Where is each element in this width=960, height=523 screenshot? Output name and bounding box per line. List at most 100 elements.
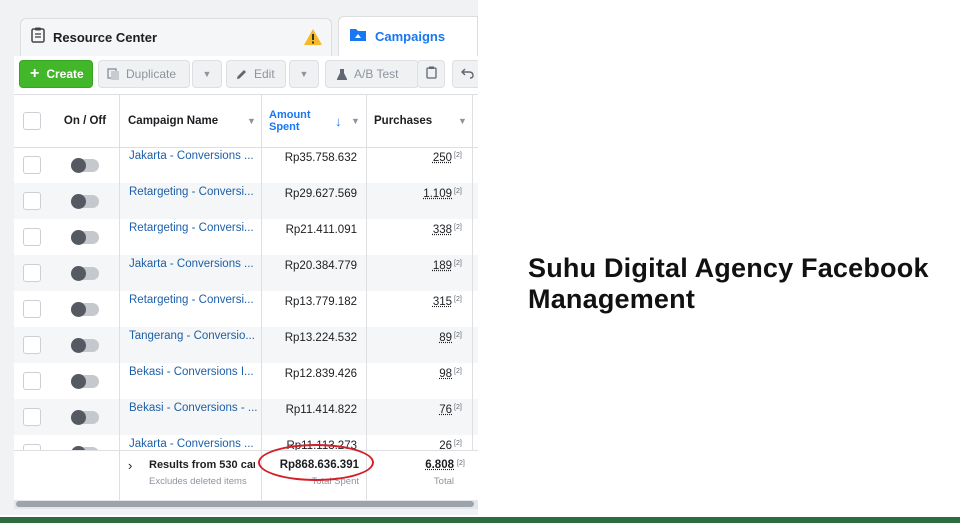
campaign-name-link[interactable]: Jakarta - Conversions ... bbox=[129, 438, 254, 450]
table-row[interactable]: Bekasi - Conversions I... Rp12.839.426 9… bbox=[14, 363, 478, 399]
duplicate-icon bbox=[107, 67, 120, 81]
undo-button[interactable] bbox=[452, 60, 478, 88]
row-checkbox[interactable] bbox=[23, 228, 41, 246]
sort-dropdown-icon[interactable]: ▼ bbox=[458, 116, 467, 126]
column-divider bbox=[119, 95, 120, 501]
on-off-toggle[interactable] bbox=[71, 266, 99, 281]
table-row[interactable]: Jakarta - Conversions ... Rp20.384.779 1… bbox=[14, 255, 478, 291]
on-off-toggle[interactable] bbox=[71, 302, 99, 317]
toolbar: + Create Duplicate ▼ Edit ▼ A/B Test bbox=[14, 56, 478, 94]
row-checkbox[interactable] bbox=[23, 192, 41, 210]
plus-icon: + bbox=[30, 65, 40, 82]
campaign-table: On / Off Campaign Name ▼ Amount Spent ↓ … bbox=[14, 94, 478, 502]
on-off-toggle[interactable] bbox=[71, 158, 99, 173]
scrollbar-thumb[interactable] bbox=[16, 501, 474, 507]
row-checkbox[interactable] bbox=[23, 264, 41, 282]
purchases-note: [2] bbox=[454, 224, 462, 231]
tab-campaigns-label: Campaigns bbox=[375, 29, 446, 44]
purchases-note: [2] bbox=[454, 332, 462, 339]
chevron-down-icon: ▼ bbox=[202, 69, 212, 79]
expand-results-icon[interactable]: › bbox=[128, 458, 132, 473]
column-divider bbox=[119, 451, 120, 502]
on-off-toggle[interactable] bbox=[71, 410, 99, 425]
row-checkbox[interactable] bbox=[23, 300, 41, 318]
purchases-cell[interactable]: 315 bbox=[366, 296, 452, 308]
total-purchases[interactable]: 6.808 bbox=[366, 459, 454, 471]
column-divider bbox=[366, 95, 367, 501]
clipboard-icon bbox=[31, 27, 45, 48]
campaign-name-link[interactable]: Retargeting - Conversi... bbox=[129, 186, 254, 198]
toggle-knob bbox=[71, 194, 86, 209]
column-amount-spent-label: Amount Spent bbox=[269, 109, 311, 133]
purchases-cell[interactable]: 1.109 bbox=[366, 188, 452, 200]
purchases-cell[interactable]: 98 bbox=[366, 368, 452, 380]
select-all-cell bbox=[14, 95, 51, 147]
table-row[interactable]: Jakarta - Conversions ... Rp35.758.632 2… bbox=[14, 147, 478, 183]
campaign-name-link[interactable]: Bekasi - Conversions - ... bbox=[129, 402, 257, 414]
duplicate-button[interactable]: Duplicate bbox=[98, 60, 190, 88]
row-checkbox[interactable] bbox=[23, 156, 41, 174]
purchases-cell[interactable]: 189 bbox=[366, 260, 452, 272]
tab-bar: Resource Center Campaigns bbox=[20, 16, 478, 56]
campaign-name-link[interactable]: Jakarta - Conversions ... bbox=[129, 150, 254, 162]
purchases-cell[interactable]: 76 bbox=[366, 404, 452, 416]
on-off-toggle[interactable] bbox=[71, 194, 99, 209]
purchases-cell[interactable]: 338 bbox=[366, 224, 452, 236]
create-button[interactable]: + Create bbox=[19, 60, 93, 88]
column-campaign-name[interactable]: Campaign Name ▼ bbox=[119, 95, 261, 147]
campaign-name-link[interactable]: Jakarta - Conversions ... bbox=[129, 258, 254, 270]
column-on-off[interactable]: On / Off bbox=[51, 95, 119, 147]
ab-test-button[interactable]: A/B Test bbox=[325, 60, 419, 88]
campaign-name-link[interactable]: Retargeting - Conversi... bbox=[129, 222, 254, 234]
table-row[interactable]: Jakarta - Conversions ... Rp11.113.273 2… bbox=[14, 435, 478, 450]
warning-icon[interactable] bbox=[303, 28, 323, 51]
edit-dropdown-button[interactable]: ▼ bbox=[289, 60, 319, 88]
row-checkbox[interactable] bbox=[23, 408, 41, 426]
on-off-toggle[interactable] bbox=[71, 374, 99, 389]
create-label: Create bbox=[46, 67, 84, 81]
purchases-note: [2] bbox=[454, 260, 462, 267]
column-purchases[interactable]: Purchases ▼ bbox=[366, 95, 474, 147]
toggle-knob bbox=[71, 410, 86, 425]
edit-button[interactable]: Edit bbox=[226, 60, 286, 88]
clipboard-button[interactable] bbox=[417, 60, 445, 88]
horizontal-scrollbar[interactable] bbox=[14, 500, 478, 509]
purchases-cell[interactable]: 250 bbox=[366, 152, 452, 164]
table-summary-row: › Results from 530 campaigns Excludes de… bbox=[14, 450, 478, 502]
purchases-cell[interactable]: 26 bbox=[366, 440, 452, 450]
column-amount-spent[interactable]: Amount Spent ↓ ▼ bbox=[261, 95, 366, 147]
tab-resource-center[interactable]: Resource Center bbox=[20, 18, 332, 56]
on-off-toggle[interactable] bbox=[71, 230, 99, 245]
sort-dropdown-icon[interactable]: ▼ bbox=[351, 116, 360, 126]
purchases-note: [2] bbox=[454, 440, 462, 447]
table-row[interactable]: Retargeting - Conversi... Rp21.411.091 3… bbox=[14, 219, 478, 255]
campaign-name-link[interactable]: Bekasi - Conversions I... bbox=[129, 366, 254, 378]
undo-icon bbox=[460, 67, 474, 82]
row-checkbox[interactable] bbox=[23, 372, 41, 390]
table-row[interactable]: Bekasi - Conversions - ... Rp11.414.822 … bbox=[14, 399, 478, 435]
excludes-deleted-note: Excludes deleted items bbox=[149, 476, 247, 487]
ads-manager-screenshot: Resource Center Campaigns + Create Dupli… bbox=[0, 0, 478, 515]
campaign-name-link[interactable]: Retargeting - Conversi... bbox=[129, 294, 254, 306]
purchases-note: [2] bbox=[454, 188, 462, 195]
bottom-accent-bar bbox=[0, 517, 960, 523]
duplicate-dropdown-button[interactable]: ▼ bbox=[192, 60, 222, 88]
sort-dropdown-icon[interactable]: ▼ bbox=[247, 116, 256, 126]
amount-spent-cell: Rp35.758.632 bbox=[284, 152, 357, 164]
campaign-name-link[interactable]: Tangerang - Conversio... bbox=[129, 330, 255, 342]
column-divider bbox=[261, 95, 262, 501]
select-all-checkbox[interactable] bbox=[23, 112, 41, 130]
pencil-icon bbox=[235, 68, 248, 81]
table-row[interactable]: Tangerang - Conversio... Rp13.224.532 89… bbox=[14, 327, 478, 363]
clipboard-icon bbox=[425, 66, 437, 82]
purchases-cell[interactable]: 89 bbox=[366, 332, 452, 344]
toggle-knob bbox=[71, 338, 86, 353]
row-checkbox[interactable] bbox=[23, 336, 41, 354]
sort-descending-icon[interactable]: ↓ bbox=[335, 114, 342, 129]
table-row[interactable]: Retargeting - Conversi... Rp29.627.569 1… bbox=[14, 183, 478, 219]
tab-campaigns[interactable]: Campaigns bbox=[338, 16, 478, 56]
on-off-toggle[interactable] bbox=[71, 338, 99, 353]
table-row[interactable]: Retargeting - Conversi... Rp13.779.182 3… bbox=[14, 291, 478, 327]
purchases-note: [2] bbox=[454, 152, 462, 159]
amount-spent-cell: Rp13.224.532 bbox=[284, 332, 357, 344]
